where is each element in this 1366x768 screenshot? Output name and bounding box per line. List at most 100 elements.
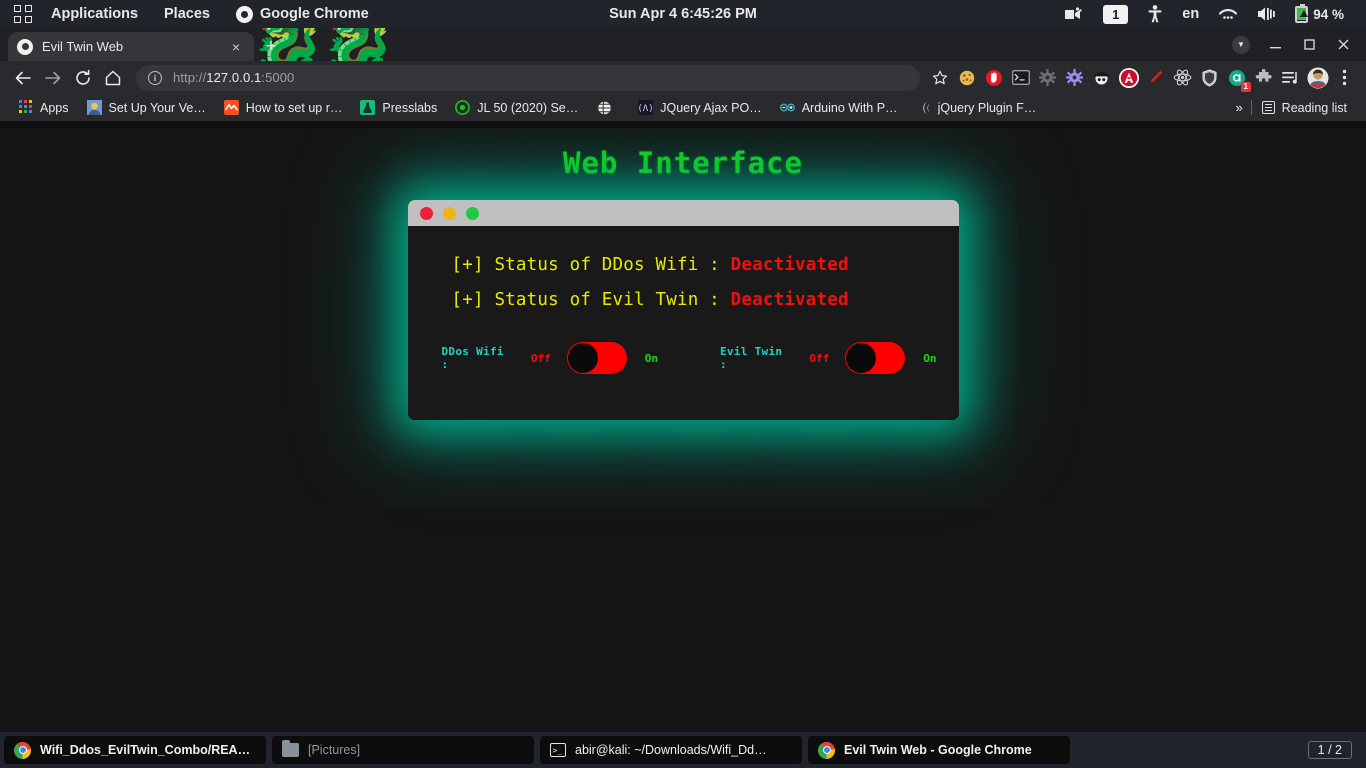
bookmarks-overflow-button[interactable]: » <box>1227 100 1250 115</box>
taskbar-item-label: Evil Twin Web - Google Chrome <box>844 743 1032 757</box>
bookmark-item-2[interactable]: Presslabs <box>351 97 446 119</box>
tab-search-button[interactable]: ▼ <box>1224 28 1258 61</box>
terminal-extension-icon[interactable] <box>1007 64 1034 91</box>
bookmark-favicon <box>223 100 239 115</box>
toggle-row: DDos Wifi : Off On Evil Twin : Off On <box>442 342 937 374</box>
toggle-label-evil-twin: Evil Twin : <box>720 345 783 371</box>
panel-clock[interactable]: Sun Apr 4 6:45:26 PM <box>0 6 1366 22</box>
cookie-icon[interactable] <box>953 64 980 91</box>
toggle-knob <box>846 343 877 373</box>
shield-icon[interactable] <box>1196 64 1223 91</box>
reading-list-button[interactable]: Reading list <box>1252 101 1357 115</box>
toggle-switch-ddos-wifi[interactable] <box>566 342 627 374</box>
status-label: [+] Status of DDos Wifi : <box>451 255 731 275</box>
close-tab-icon[interactable]: × <box>227 38 245 56</box>
chrome-icon <box>14 741 31 759</box>
terminal-card: [+] Status of DDos Wifi : Deactivated [+… <box>407 200 959 420</box>
window-close-dot-icon[interactable] <box>419 206 433 220</box>
bookmark-label: Arduino With P… <box>801 100 898 115</box>
reading-list-label: Reading list <box>1281 100 1347 115</box>
page-title: Web Interface <box>563 146 803 180</box>
status-line-evil-twin: [+] Status of Evil Twin : Deactivated <box>452 290 937 310</box>
toggle-group-ddos-wifi: DDos Wifi : Off On <box>441 342 658 374</box>
bookmark-favicon <box>916 100 931 115</box>
bookmark-label: jQuery Plugin F… <box>937 100 1037 115</box>
bookmark-favicon <box>86 100 102 115</box>
forward-button[interactable] <box>38 63 68 93</box>
playlist-icon[interactable] <box>1277 64 1304 91</box>
browser-toolbar: i http://127.0.0.1:5000 1 <box>0 61 1366 94</box>
status-line-ddos-wifi: [+] Status of DDos Wifi : Deactivated <box>452 255 937 275</box>
terminal-titlebar <box>407 200 959 226</box>
new-tab-button[interactable]: + <box>258 35 284 59</box>
bookmark-item-4[interactable] <box>587 97 629 119</box>
bookmark-item-6[interactable]: Arduino With P… <box>771 97 907 119</box>
tab-favicon <box>17 38 33 55</box>
bookmark-label: Presslabs <box>382 100 438 115</box>
bookmark-apps[interactable]: Apps <box>9 97 78 119</box>
bookmark-item-7[interactable]: jQuery Plugin F… <box>907 97 1046 119</box>
extension-icon-row: 1 <box>926 64 1358 92</box>
taskbar-item-3[interactable]: Evil Twin Web - Google Chrome <box>808 736 1070 764</box>
bookmark-item-3[interactable]: JL 50 (2020) Se… <box>446 97 587 119</box>
status-badge: Deactivated <box>730 255 849 275</box>
adblock-icon[interactable] <box>1115 64 1142 91</box>
chrome-icon <box>818 741 835 759</box>
bookmark-item-0[interactable]: Set Up Your Ve… <box>78 97 215 119</box>
reading-list-icon <box>1261 101 1275 114</box>
terminal-card-wrapper: [+] Status of DDos Wifi : Deactivated [+… <box>407 200 959 420</box>
red-pen-icon[interactable] <box>1142 64 1169 91</box>
extensions-puzzle-icon[interactable] <box>1250 64 1277 91</box>
toggle-group-evil-twin: Evil Twin : Off On <box>720 342 937 374</box>
stop-hand-icon[interactable] <box>980 64 1007 91</box>
close-window-button[interactable] <box>1326 28 1360 61</box>
reload-button[interactable] <box>68 63 98 93</box>
folder-icon <box>282 740 299 757</box>
profile-avatar-icon[interactable] <box>1304 64 1331 91</box>
url-port: :5000 <box>261 70 295 85</box>
window-maximize-dot-icon[interactable] <box>465 206 479 220</box>
taskbar-item-1[interactable]: [Pictures] <box>272 736 534 764</box>
bookmark-favicon <box>455 100 471 115</box>
window-minimize-dot-icon[interactable] <box>442 206 456 220</box>
bookmark-star-icon[interactable] <box>926 64 953 91</box>
page-info-icon[interactable]: i <box>148 70 162 85</box>
gray-gear-icon[interactable] <box>1034 64 1061 91</box>
taskbar-item-label: [Pictures] <box>308 743 361 757</box>
tab-strip: 🐉🐉 Evil Twin Web × + ▼ <box>0 28 1366 61</box>
tab-title: Evil Twin Web <box>42 39 124 54</box>
bookmark-favicon: (Λ) <box>638 100 654 115</box>
incognito-hat-icon[interactable] <box>1088 64 1115 91</box>
bookmark-label: JQuery Ajax PO… <box>660 100 762 115</box>
toggle-label-ddos-wifi: DDos Wifi : <box>441 345 504 371</box>
react-atom-icon[interactable] <box>1169 64 1196 91</box>
maximize-button[interactable] <box>1292 28 1326 61</box>
status-badge: Deactivated <box>730 290 849 310</box>
taskbar-item-0[interactable]: Wifi_Ddos_EvilTwin_Combo/REA… <box>4 736 266 764</box>
browser-tab[interactable]: Evil Twin Web × <box>8 32 254 61</box>
toggle-switch-evil-twin[interactable] <box>845 342 906 374</box>
svg-text:(Λ): (Λ) <box>638 104 653 114</box>
battery-icon <box>1295 3 1309 23</box>
workspace-indicator[interactable]: 1 / 2 <box>1307 741 1352 759</box>
purple-gear-icon[interactable] <box>1061 64 1088 91</box>
address-bar[interactable]: i http://127.0.0.1:5000 <box>136 64 920 91</box>
grammar-a-icon[interactable]: 1 <box>1223 64 1251 92</box>
back-button[interactable] <box>8 63 38 93</box>
home-button[interactable] <box>98 63 128 93</box>
chrome-menu-icon[interactable] <box>1331 64 1358 91</box>
globe-favicon <box>597 100 613 115</box>
taskbar-item-2[interactable]: >_ abir@kali: ~/Downloads/Wifi_Dd… <box>540 736 802 764</box>
url-host: 127.0.0.1 <box>206 70 262 85</box>
status-label: [+] Status of Evil Twin : <box>451 290 731 310</box>
toggle-on-label: On <box>923 351 937 365</box>
bookmark-label: Set Up Your Ve… <box>108 100 206 115</box>
minimize-button[interactable] <box>1258 28 1292 61</box>
bookmarks-bar: Apps Set Up Your Ve… How to set up r… Pr… <box>0 94 1366 121</box>
toggle-on-label: On <box>644 351 658 365</box>
bookmark-item-5[interactable]: (Λ) JQuery Ajax PO… <box>629 97 770 119</box>
taskbar-item-label: abir@kali: ~/Downloads/Wifi_Dd… <box>575 743 767 757</box>
bookmark-label: JL 50 (2020) Se… <box>477 100 579 115</box>
terminal-icon: >_ <box>550 743 566 757</box>
bookmark-item-1[interactable]: How to set up r… <box>215 97 352 119</box>
